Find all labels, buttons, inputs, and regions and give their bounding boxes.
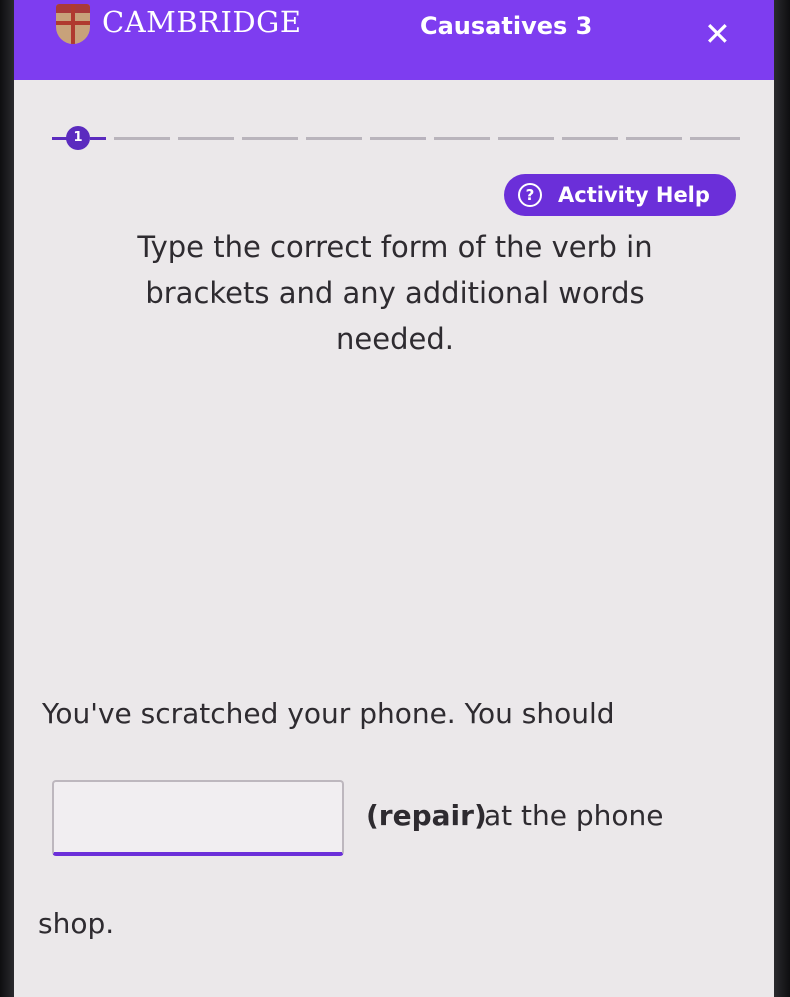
progress-segment [434, 137, 490, 140]
device-bezel-left [0, 0, 14, 997]
progress-segment [370, 137, 426, 140]
verb-hint: (repair) [366, 799, 487, 832]
progress-tracker: 1 [52, 126, 742, 150]
instructions-text: Type the correct form of the verb in bra… [137, 230, 653, 356]
answer-input[interactable] [52, 780, 344, 856]
device-bezel-right [774, 0, 790, 997]
progress-segment [178, 137, 234, 140]
app-screen: CAMBRIDGE Causatives 3 ✕ 1 ? Activity He… [14, 0, 774, 997]
progress-segment [626, 137, 682, 140]
brand-name: CAMBRIDGE [102, 5, 302, 39]
activity-help-label: Activity Help [558, 183, 710, 207]
progress-segment [114, 137, 170, 140]
question-text-start: You've scratched your phone. You should [42, 697, 615, 730]
activity-help-button[interactable]: ? Activity Help [504, 174, 736, 216]
close-icon[interactable]: ✕ [704, 18, 731, 50]
header-bar: CAMBRIDGE Causatives 3 ✕ [14, 0, 774, 80]
question-text-middle: at the phone [484, 799, 664, 832]
progress-segment [690, 137, 740, 140]
progress-segment [562, 137, 618, 140]
activity-title: Causatives 3 [420, 12, 593, 40]
progress-segment [242, 137, 298, 140]
current-step-indicator: 1 [66, 126, 90, 150]
progress-segment [498, 137, 554, 140]
progress-segment [306, 137, 362, 140]
question-text-end: shop. [38, 907, 115, 940]
help-icon: ? [518, 183, 542, 207]
cambridge-shield-icon [56, 4, 90, 44]
